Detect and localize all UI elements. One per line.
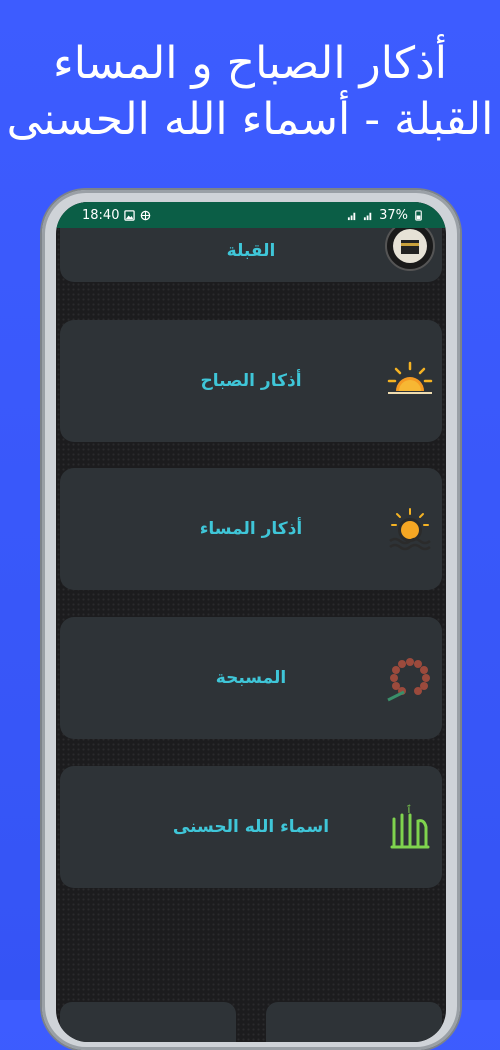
allah-calligraphy-icon: ٱ [390,804,430,849]
image-notification-icon [124,209,136,221]
menu-item-evening-adhkar[interactable]: أذكار المساء [60,468,442,590]
prayer-beads-icon [387,658,430,702]
menu-item-label: أذكار المساء [199,519,303,539]
battery-icon [415,209,422,221]
phone-frame: القبلة أذكار الصباح أذكار المساء المسبحة… [42,190,460,1050]
battery-percent: 37% [379,207,408,223]
sunrise-icon [387,361,433,394]
menu-item-label: المسبحة [215,668,287,688]
promo-headline: أذكار الصباح و المساء القبلة - أسماء الل… [0,36,500,148]
menu-item-names-of-allah[interactable]: اسماء الله الحسنى ٱ [60,766,442,888]
status-time: 18:40 [82,207,120,223]
menu-item-partial-left[interactable] [60,1002,236,1042]
vpn-icon [141,210,151,220]
menu-item-partial-right[interactable] [266,1002,442,1042]
promo-line-1: أذكار الصباح و المساء [53,38,447,89]
menu-item-label: القبلة [226,241,276,261]
status-bar: 18:40 37% [56,202,446,228]
signal-icon [348,212,356,220]
app-screen: القبلة أذكار الصباح أذكار المساء المسبحة… [56,202,446,1042]
promo-line-2: القبلة - أسماء الله الحسنى [6,94,494,145]
sunset-icon [389,508,431,551]
svg-text:ٱ: ٱ [406,804,412,816]
menu-item-label: اسماء الله الحسنى [172,817,330,837]
menu-item-tasbih[interactable]: المسبحة [60,617,442,739]
menu-item-morning-adhkar[interactable]: أذكار الصباح [60,320,442,442]
signal-icon-2 [364,212,372,220]
menu-item-label: أذكار الصباح [200,371,302,391]
